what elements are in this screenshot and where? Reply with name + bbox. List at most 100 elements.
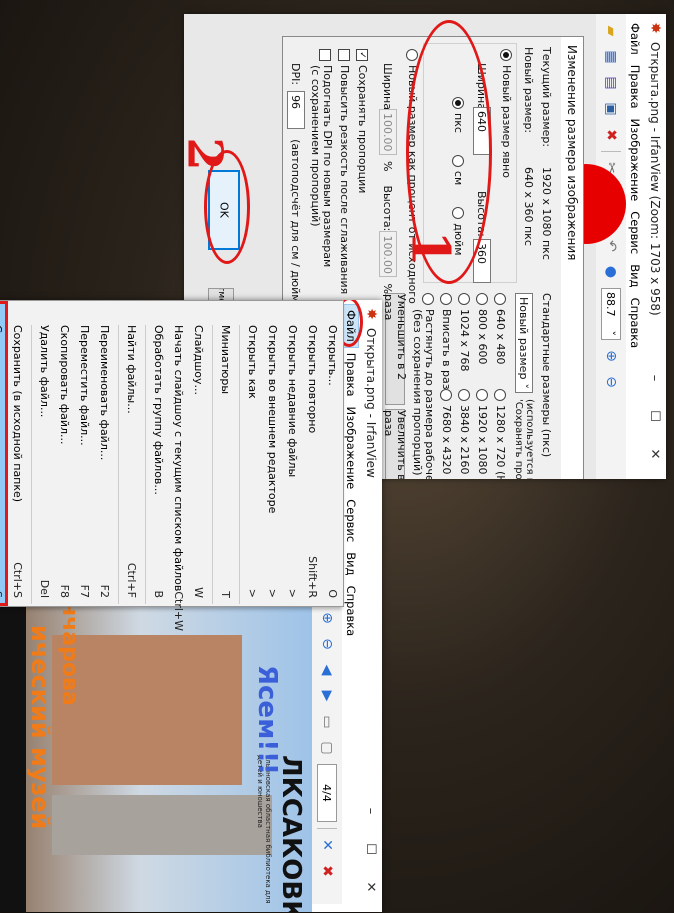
fullscreen-icon[interactable]: ▢ (315, 736, 339, 760)
explicit-size-radio[interactable] (500, 49, 513, 61)
print-icon[interactable]: ▭ (315, 710, 339, 734)
banner-orange-line1: ический музей (26, 625, 54, 830)
menu-help[interactable]: Справка (628, 293, 642, 354)
dpi-input[interactable]: 96 (287, 91, 305, 130)
menu-options[interactable]: Сервис (344, 494, 358, 547)
menu-item[interactable]: Начать слайдшоу с текущим списком файлов… (169, 301, 189, 631)
menu-item-save-as[interactable]: Сохранить как... S (0, 301, 8, 606)
fit-desktop-row[interactable]: Растянуть до размера рабочего стола (без… (411, 293, 436, 479)
menu-item-shortcut: O (326, 589, 340, 598)
image-canvas: ЛКСАКОВКА Ульяновская областная библиоте… (0, 605, 312, 912)
fit-window-radio[interactable] (440, 293, 453, 305)
size-7680x4320[interactable]: Вписать в развёрнутое окно 7680 x 4320 (… (440, 293, 453, 479)
exit-icon[interactable]: ✖ (315, 859, 339, 883)
menu-edit[interactable]: Правка (628, 60, 642, 114)
maximize-button[interactable]: ☐ (364, 830, 379, 868)
chevron-down-icon: ˅ (604, 330, 618, 337)
size-radio[interactable] (476, 389, 489, 401)
menu-item-label: Открыть... (326, 325, 340, 386)
percent-row: Ширина: 100.00 % Высота: 100.00 % (379, 63, 397, 294)
menu-item-shortcut: Shift+R (306, 556, 320, 598)
size-radio[interactable] (476, 293, 489, 305)
menu-options[interactable]: Сервис (628, 206, 642, 259)
menu-item[interactable]: Открыть недавние файлы > (283, 301, 303, 606)
menu-item-label: Открыть повторно (306, 325, 320, 434)
menu-item[interactable]: Сохранить (в исходной папке) Ctrl+S (8, 301, 28, 606)
half-size-button[interactable]: Уменьшить в 2 раза (382, 293, 408, 405)
menu-edit[interactable]: Правка (344, 348, 358, 402)
size-640x480[interactable]: 640 x 480 1280 x 720 (HD) (494, 293, 507, 479)
delete-icon[interactable]: ✖ (599, 123, 623, 147)
maximize-button[interactable]: ☐ (648, 397, 663, 435)
zoom-in-icon[interactable]: ⊕ (315, 606, 339, 630)
pct-height-input[interactable]: 100.00 (379, 231, 397, 278)
zoom-value: 88.7 (604, 292, 618, 317)
settings-tools-icon[interactable]: ✕ (315, 833, 339, 857)
double-size-button[interactable]: Увеличить в 2 раза (382, 409, 408, 479)
menu-view[interactable]: Вид (628, 259, 642, 292)
keep-proportions-checkbox[interactable]: ✓ (356, 49, 369, 61)
menu-item[interactable]: Обработать группу файлов... B (149, 301, 169, 606)
size-radio[interactable] (458, 389, 471, 401)
menu-item-shortcut: Ctrl+S (11, 562, 25, 598)
previous-icon[interactable]: ◀ (315, 658, 339, 682)
zoom-out-icon[interactable]: ⊖ (315, 632, 339, 656)
zoom-in-icon[interactable]: ⊕ (599, 344, 623, 368)
menu-separator (239, 325, 240, 604)
zoom-combobox[interactable]: 88.7 ˅ (601, 288, 621, 340)
close-button[interactable]: ✕ (648, 435, 663, 473)
dpi-adjust-row[interactable]: Подогнать DPI по новым размерам (с сохра… (309, 49, 334, 267)
standard-select-row: Новый размер ˅ (используется параметр 'С… (513, 293, 535, 479)
size-radio[interactable] (458, 293, 471, 305)
menu-item[interactable]: Удалить файл... Del (35, 301, 55, 606)
menu-item[interactable]: Скопировать файл... F8 (55, 301, 75, 606)
keep-proportions-row[interactable]: ✓ Сохранять пропорции (356, 49, 369, 193)
menu-item[interactable]: Найти файлы... Ctrl+F (122, 301, 142, 606)
minimize-button[interactable]: – (648, 359, 663, 397)
size-radio[interactable] (494, 389, 507, 401)
dpi-adjust-checkbox[interactable] (319, 49, 331, 61)
minimize-button[interactable]: – (364, 792, 379, 830)
menu-item-shortcut: F8 (58, 584, 72, 598)
slideshow-icon[interactable]: ▤ (599, 71, 623, 95)
menu-item-label: Переместить файл... (78, 325, 92, 446)
menu-item[interactable]: Переместить файл... F7 (75, 301, 95, 606)
save-icon[interactable]: ▣ (599, 97, 623, 121)
menu-item[interactable]: Открыть... O (323, 301, 343, 606)
fit-desktop-radio[interactable] (422, 293, 434, 305)
explicit-size-option[interactable]: Новый размер явно (500, 49, 513, 178)
menu-item[interactable]: Открыть как > (243, 301, 263, 606)
standard-size-select[interactable]: Новый размер ˅ (515, 293, 533, 393)
menu-separator (118, 325, 119, 604)
size-label: 1024 x 768 (458, 309, 471, 372)
thumbnails-icon[interactable]: ▦ (599, 45, 623, 69)
menu-file[interactable]: Файл (628, 18, 642, 60)
menu-item[interactable]: Слайдшоу... W (189, 301, 209, 606)
info-icon[interactable]: ● (599, 260, 623, 284)
menu-view[interactable]: Вид (344, 547, 358, 580)
menu-image[interactable]: Изображение (344, 402, 358, 495)
menu-item[interactable]: Миниатюры T (216, 301, 236, 606)
next-icon[interactable]: ▶ (315, 684, 339, 708)
size-1024x768[interactable]: 1024 x 768 3840 x 2160 (4K) (458, 293, 471, 479)
open-folder-icon[interactable]: ▰ (599, 19, 623, 43)
standard-sizes-label: Стандартные размеры (пкс) (540, 293, 553, 458)
sharpen-row[interactable]: Повысить резкость после сглаживания (338, 49, 351, 294)
bottom-dark-strip (0, 605, 26, 912)
zoom-out-icon[interactable]: ⊖ (599, 370, 623, 394)
keep-proportions-label: Сохранять пропорции (356, 65, 369, 194)
menu-item-label: Переименовать файл... (98, 325, 112, 461)
menu-image[interactable]: Изображение (628, 114, 642, 207)
menu-item[interactable]: Открыть во внешнем редакторе > (263, 301, 283, 606)
sharpen-checkbox[interactable] (338, 49, 351, 61)
size-800x600[interactable]: 800 x 600 1920 x 1080 (Full HD) (476, 293, 489, 479)
menu-item[interactable]: Переименовать файл... F2 (95, 301, 115, 606)
size-radio[interactable] (494, 293, 507, 305)
close-button[interactable]: ✕ (364, 868, 379, 906)
menu-item-label: Скопировать файл... (58, 325, 72, 445)
menu-help[interactable]: Справка (344, 581, 358, 642)
pct-width-input[interactable]: 100.00 (379, 109, 397, 155)
menu-item[interactable]: Открыть повторно Shift+R (303, 301, 323, 606)
size-radio[interactable] (440, 389, 453, 401)
percent-radio[interactable] (406, 49, 419, 61)
